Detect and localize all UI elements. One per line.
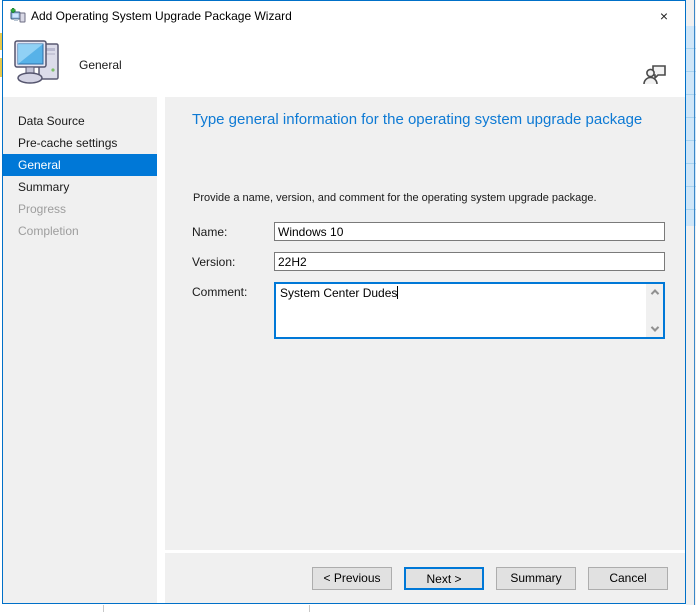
comment-field[interactable]: System Center Dudes — [274, 282, 665, 339]
close-icon[interactable]: × — [655, 7, 673, 25]
wizard-content: Type general information for the operati… — [165, 97, 685, 603]
instruction-text: Provide a name, version, and comment for… — [193, 192, 597, 204]
button-bar: < Previous Next > Summary Cancel — [165, 553, 685, 603]
background-right-strip — [686, 0, 696, 612]
next-button[interactable]: Next > — [404, 566, 484, 590]
comment-label: Comment: — [192, 285, 248, 299]
summary-button[interactable]: Summary — [496, 566, 576, 590]
wizard-header: General — [3, 30, 685, 97]
computer-icon — [14, 40, 59, 84]
name-field[interactable] — [274, 222, 665, 241]
background-bottom-strip — [0, 605, 696, 612]
previous-button[interactable]: < Previous — [312, 566, 392, 590]
wizard-dialog: Add Operating System Upgrade Package Wiz… — [2, 0, 686, 604]
sidebar-item-pre-cache-settings[interactable]: Pre-cache settings — [3, 132, 157, 154]
background-tick — [103, 605, 104, 612]
sidebar-item-data-source[interactable]: Data Source — [3, 110, 157, 132]
sidebar-item-summary[interactable]: Summary — [3, 176, 157, 198]
comment-scrollbar[interactable] — [646, 284, 663, 337]
version-label: Version: — [192, 255, 236, 269]
background-tick — [309, 605, 310, 612]
version-field[interactable] — [274, 252, 665, 271]
window-title: Add Operating System Upgrade Package Wiz… — [31, 8, 292, 23]
cancel-button[interactable]: Cancel — [588, 566, 668, 590]
scroll-up-icon[interactable] — [646, 284, 663, 300]
comment-value: System Center Dudes — [280, 286, 399, 300]
title-bar[interactable]: Add Operating System Upgrade Package Wiz… — [3, 1, 685, 30]
header-step-title: General — [79, 58, 122, 72]
text-caret — [397, 286, 399, 299]
name-label: Name: — [192, 225, 228, 239]
wizard-steps-sidebar: Data Source Pre-cache settings General S… — [3, 97, 157, 603]
background-divider — [694, 0, 695, 612]
feedback-person-icon — [643, 65, 666, 85]
sidebar-item-general[interactable]: General — [3, 154, 157, 176]
scroll-down-icon[interactable] — [646, 321, 663, 337]
wizard-app-icon — [10, 7, 26, 22]
sidebar-item-progress: Progress — [18, 202, 67, 216]
sidebar-item-completion: Completion — [18, 224, 79, 238]
page-title: Type general information for the operati… — [192, 111, 643, 128]
sidebar-content-divider — [157, 97, 165, 603]
